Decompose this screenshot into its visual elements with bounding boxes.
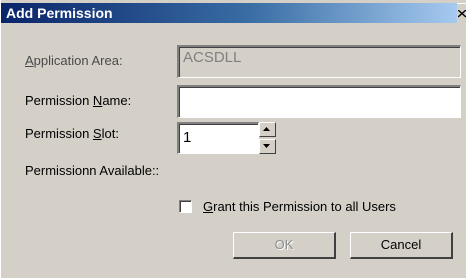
- permission-available-label: Permissionn Available::: [25, 163, 160, 178]
- arrow-down-icon: [263, 144, 270, 148]
- permission-slot-input[interactable]: 1: [177, 122, 259, 154]
- permission-slot-label: Permission Slot:: [25, 126, 119, 141]
- close-button[interactable]: [457, 3, 466, 23]
- spin-down-button[interactable]: [259, 139, 276, 154]
- grant-all-users-checkbox[interactable]: [179, 200, 192, 213]
- permission-name-input[interactable]: [177, 85, 461, 118]
- spin-up-button[interactable]: [259, 122, 276, 137]
- add-permission-dialog: Add Permission Application Area: ACSDLL …: [0, 0, 466, 278]
- permission-name-label: Permission Name:: [25, 93, 132, 108]
- dialog-title: Add Permission: [6, 5, 113, 21]
- ok-button[interactable]: OK: [233, 232, 336, 259]
- close-icon: [458, 10, 466, 18]
- title-bar[interactable]: Add Permission: [1, 3, 457, 23]
- cancel-button[interactable]: Cancel: [350, 232, 453, 259]
- application-area-label: Application Area:: [25, 53, 123, 68]
- arrow-up-icon: [263, 127, 270, 131]
- application-area-field: ACSDLL: [177, 45, 461, 78]
- grant-all-users-label[interactable]: Grant this Permission to all Users: [203, 199, 396, 214]
